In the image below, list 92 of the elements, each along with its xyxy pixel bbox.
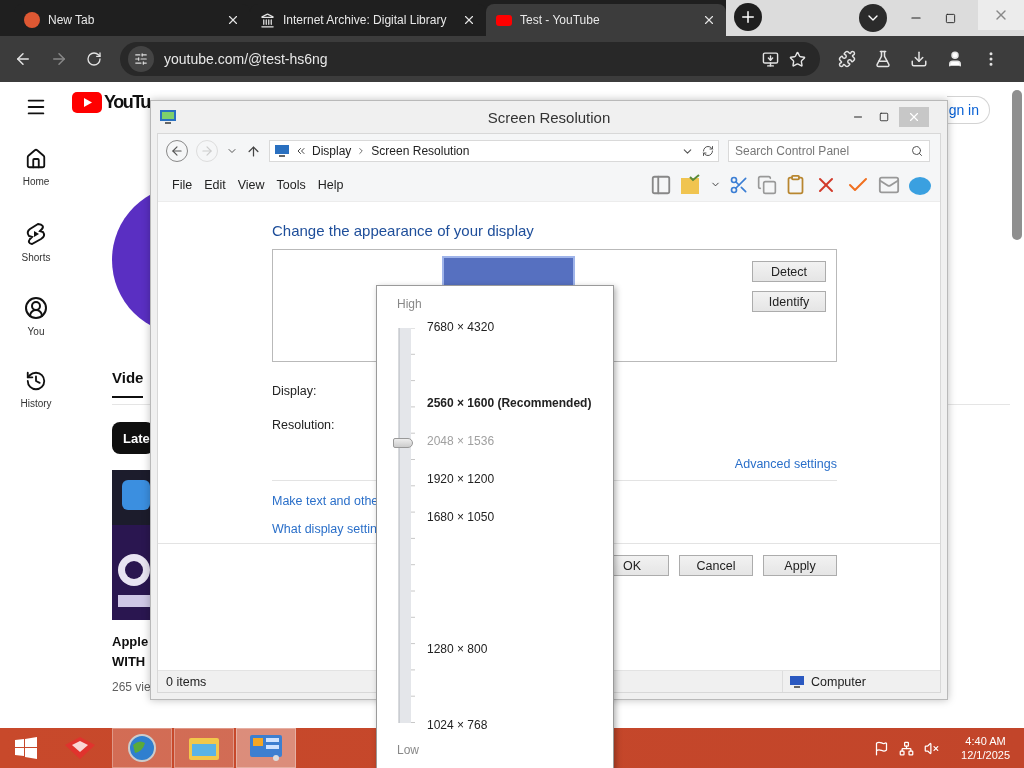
field-label: Display: [272,384,318,398]
menu-item[interactable]: View [231,177,271,192]
home-icon [25,148,47,170]
double-chevron-icon [295,145,307,157]
advanced-settings-link[interactable]: Advanced settings [734,457,837,471]
menu-item[interactable]: Help [311,177,350,192]
site-info-icon[interactable] [128,46,154,72]
search-icon [911,145,923,157]
up-icon[interactable] [246,143,261,159]
folder-icon[interactable] [680,173,702,196]
muted-speaker-icon[interactable] [924,740,940,756]
dialog-button[interactable]: Cancel [679,555,753,576]
dialog-button[interactable]: Identify [752,291,826,312]
monitor-icon [274,144,290,158]
section-tab[interactable]: Vide [112,369,144,398]
dialog-button[interactable]: Detect [752,261,826,282]
forward-icon [200,144,214,158]
profile-icon[interactable] [946,50,964,68]
museum-icon [260,12,275,28]
browser-tab[interactable]: Test - YouTube [486,4,726,36]
back-icon [170,144,184,158]
back-icon[interactable] [14,50,32,68]
flask-icon[interactable] [874,50,892,68]
taskbar-app[interactable] [236,728,296,768]
duck-icon [24,12,40,28]
high-label: High [397,297,422,311]
clock[interactable]: 4:40 AM 12/1/2025 [961,733,1010,763]
clipboard-icon[interactable] [785,174,806,195]
refresh-icon[interactable] [702,144,714,158]
video-title[interactable]: Apple [112,634,149,649]
resolution-option[interactable]: 1280 × 800 [427,642,488,656]
close-icon[interactable] [702,13,716,27]
location-text: Computer [811,674,866,689]
resolution-option[interactable]: 1680 × 1050 [427,510,495,524]
panel-icon[interactable] [650,173,672,196]
computer-icon [789,674,805,689]
video-meta: 265 vie [112,680,151,694]
menu-item[interactable]: Edit [198,177,232,192]
scissors-icon[interactable] [729,174,749,195]
resolution-option[interactable]: 1024 × 768 [427,718,488,732]
breadcrumb-item[interactable]: Screen Resolution [371,144,470,158]
window-title: Screen Resolution [487,108,611,126]
new-tab-button[interactable] [734,3,762,31]
restore-icon[interactable] [945,12,956,24]
tab-search-button[interactable] [859,4,887,32]
history-icon [25,370,47,392]
plus-icon [739,8,757,26]
low-label: Low [397,743,419,757]
nav-item[interactable]: Shorts [21,222,51,296]
diamond-icon [63,735,97,761]
shorts-icon [25,222,47,246]
resolution-option[interactable]: 1920 × 1200 [427,472,495,486]
dialog-button[interactable]: Apply [763,555,837,576]
reload-icon[interactable] [86,51,102,67]
star-icon[interactable] [789,50,806,68]
help-link[interactable]: What display settin [272,522,377,536]
puzzle-icon[interactable] [838,50,856,68]
address-bar[interactable]: youtube.com/@test-hs6ng [120,42,820,76]
item-count: 0 items [166,674,207,689]
menu-item[interactable]: Tools [270,177,312,192]
nav-item[interactable]: Home [22,148,50,222]
resolution-option[interactable]: 7680 × 4320 [427,320,495,334]
monitor-icon [159,109,177,125]
play-logo-icon [72,91,102,113]
taskbar-app[interactable] [112,728,172,768]
close-icon[interactable] [462,13,476,27]
copy-icon[interactable] [757,174,777,195]
folder-icon [188,735,220,761]
address-bar[interactable]: Display Screen Resolution [269,140,719,162]
logo-text[interactable]: YouTu [104,91,150,113]
field-label: Resolution: [272,418,336,432]
globe-icon [127,733,157,763]
search-box[interactable]: Search Control Panel [728,140,930,162]
slider-thumb[interactable] [393,437,413,448]
scrollbar-thumb[interactable] [1012,90,1022,240]
user-icon [24,296,48,320]
close-icon [907,110,921,124]
download-icon[interactable] [910,50,928,68]
flag-icon[interactable] [874,740,890,756]
menu-item[interactable]: File [166,177,199,192]
page-heading: Change the appearance of your display [272,222,535,239]
control-panel-icon [249,734,283,762]
network-icon[interactable] [899,740,915,756]
resolution-option[interactable]: 2560 × 1600 (Recommended) [427,396,592,410]
play-logo-icon [496,14,512,26]
nav-item[interactable]: You [24,296,48,370]
install-icon[interactable] [762,50,779,68]
close-icon[interactable] [226,13,240,27]
breadcrumb-item[interactable]: Display [312,144,352,158]
nav-item[interactable]: History [20,370,52,444]
video-title[interactable]: WITH [112,654,146,669]
forward-icon[interactable] [50,50,68,68]
